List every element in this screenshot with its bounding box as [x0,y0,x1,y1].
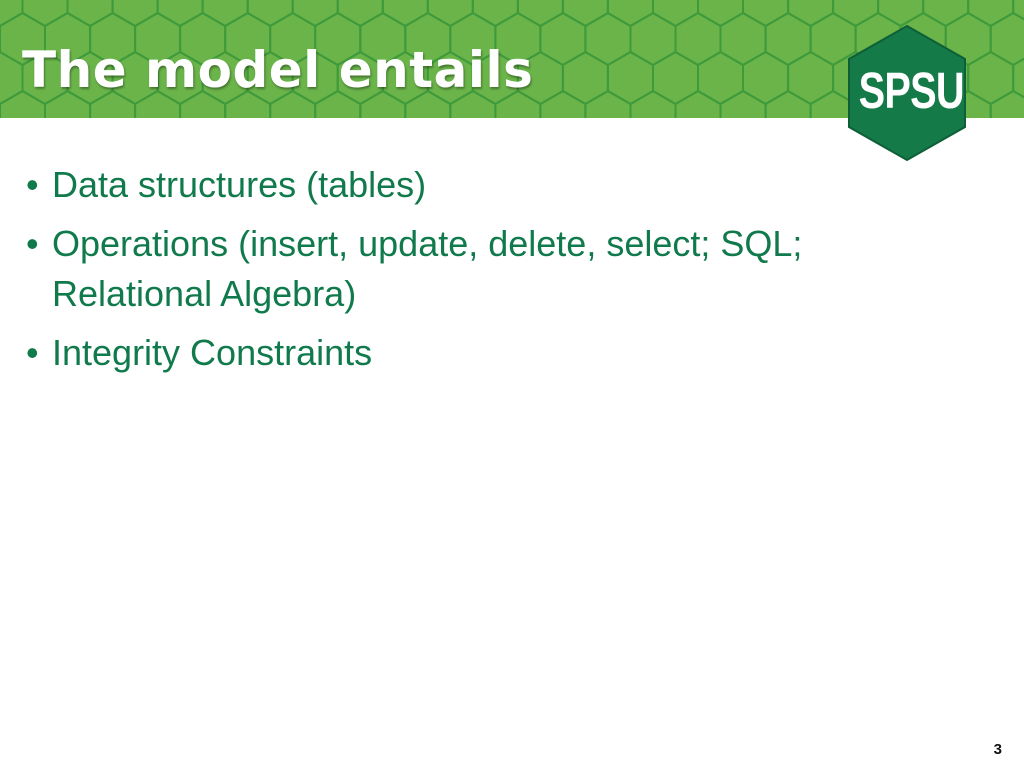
hexagon-cell [381,0,429,28]
hexagon-cell [201,0,249,28]
hexagon-cell [967,50,1015,106]
hexagon-cell [606,50,654,106]
hexagon-cell [967,0,1015,28]
hexagon-cell [156,0,204,28]
slide: The model entails SPSU • Data structures… [0,0,1024,768]
bullet-dot: • [26,332,39,373]
logo-text: SPSU [858,62,965,119]
slide-title: The model entails [22,41,534,99]
bullet-text: Data structures (tables) [52,164,427,205]
bullet-item: • Operations (insert, update, delete, se… [26,219,884,319]
hexagon-cell [66,0,114,28]
bullet-dot: • [26,223,39,264]
hexagon-cell [674,89,722,118]
spsu-logo: SPSU [845,22,969,164]
hexagon-cell [336,0,384,28]
hexagon-cell [561,50,609,106]
hexagon-cell [629,11,677,67]
hexagon-cell [584,89,632,118]
hexagon-cell [539,11,587,67]
hexagon-cell [539,89,587,118]
bullet-text: Operations (insert, update, delete, sele… [52,223,803,314]
page-number: 3 [993,741,1002,758]
hexagon-cell [246,0,294,28]
hexagon-cell [764,11,812,67]
hexagon-cell [629,89,677,118]
hexagon-cell [471,0,519,28]
hexagon-cell [606,0,654,28]
hexagon-cell [561,0,609,28]
hexagon-cell [742,50,790,106]
hexagon-cell [697,50,744,106]
hexagon-cell [742,0,790,28]
bullet-list: • Data structures (tables) • Operations … [26,160,926,387]
hexagon-cell [652,0,699,28]
hexagon-cell [719,89,767,118]
hexagon-cell [584,11,632,67]
hexagon-cell [516,0,564,28]
hexagon-cell [989,89,1024,118]
hexagon-cell [0,0,24,28]
hexagon-cell [787,50,835,106]
hexagon-cell [652,50,699,106]
bullet-item: • Integrity Constraints [26,328,926,378]
bullet-dot: • [26,164,39,205]
hexagon-cell [291,0,339,28]
hexagon-cell [0,50,24,106]
hexagon-cell [111,0,159,28]
hexagon-cell [787,0,835,28]
hexagon-cell [697,0,744,28]
hexagon-cell [21,0,69,28]
hexagon-cell [764,89,812,118]
hexagon-cell [989,11,1024,67]
bullet-item: • Data structures (tables) [26,160,926,210]
hexagon-cell [719,11,767,67]
hexagon-cell [674,11,722,67]
bullet-text: Integrity Constraints [52,332,373,373]
hexagon-cell [426,0,474,28]
